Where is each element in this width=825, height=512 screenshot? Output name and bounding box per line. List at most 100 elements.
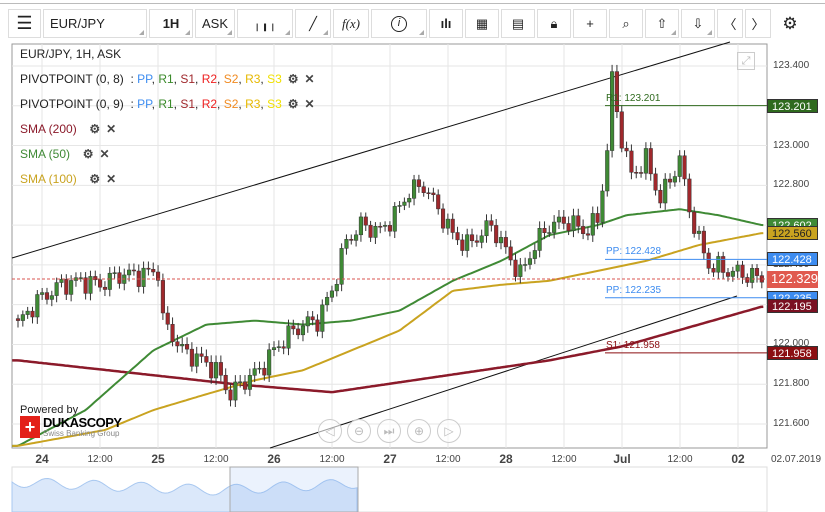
candle-body: [465, 234, 470, 251]
brand-name: DUKASCOPY: [43, 415, 122, 430]
candle-body: [716, 256, 721, 273]
x-tick-label: Jul: [613, 452, 631, 466]
candle-body: [281, 346, 286, 349]
candle-body: [692, 211, 697, 234]
candle-body: [412, 179, 417, 199]
pivot-level-label: R1: 123.201: [606, 92, 661, 104]
candle-body: [687, 178, 692, 213]
legend-title: EUR/JPY, 1H, ASK: [20, 47, 122, 61]
close-icon[interactable]: ✕: [99, 147, 109, 161]
candle-body: [320, 304, 325, 332]
candle-body: [49, 295, 54, 300]
pivot-part: S2: [223, 72, 239, 86]
candle-body: [20, 314, 25, 321]
y-tick-label: 123.000: [773, 139, 810, 151]
candle-body: [305, 316, 310, 327]
x-tick-label: 26: [267, 452, 281, 466]
candle-body: [35, 294, 40, 318]
x-tick-label: 27: [383, 452, 397, 466]
candle-body: [581, 226, 586, 234]
candle-body: [242, 381, 248, 390]
candle-body: [576, 215, 581, 227]
candle-body: [668, 178, 673, 183]
close-icon[interactable]: ✕: [305, 97, 315, 111]
candle-body: [629, 150, 634, 173]
close-icon[interactable]: ✕: [106, 122, 116, 136]
candle-body: [706, 252, 711, 269]
candle-body: [233, 381, 238, 401]
pivot-sep: :: [130, 72, 134, 86]
pivot-part: PP: [137, 72, 152, 86]
reset-icon: ⏭: [383, 423, 395, 438]
navigator-window: [229, 466, 359, 512]
candle-body: [310, 316, 315, 321]
candle-body: [257, 367, 262, 370]
candle-body: [397, 205, 402, 207]
candle-body: [624, 147, 629, 152]
sma-name: SMA (50): [20, 147, 71, 161]
close-icon[interactable]: ✕: [305, 72, 315, 86]
candle-body: [643, 148, 648, 174]
candle-body: [363, 216, 368, 226]
candle-body: [542, 228, 547, 234]
scroll-right-icon: ▷: [444, 424, 454, 438]
candle-body: [523, 264, 528, 266]
candle-body: [552, 221, 557, 233]
candle-body: [663, 178, 668, 204]
nav-reset[interactable]: ⏭: [377, 419, 401, 443]
legend-sma: SMA (100) ⚙ ✕: [20, 172, 116, 186]
candle-body: [518, 264, 523, 277]
candle-body: [556, 216, 562, 223]
gear-icon[interactable]: ⚙: [288, 72, 299, 86]
y-tick-label: 123.400: [773, 60, 810, 71]
candle-body: [296, 328, 301, 336]
candle-body: [209, 362, 214, 379]
pivot-name: PIVOTPOINT (0, 8): [20, 72, 124, 86]
x-tick-label: 12:00: [87, 454, 113, 465]
candle-body: [595, 213, 600, 223]
x-tick-label: 12:00: [203, 454, 229, 465]
candle-body: [537, 228, 542, 251]
candle-body: [329, 290, 334, 298]
gear-icon[interactable]: ⚙: [89, 172, 100, 186]
candle-body: [44, 292, 50, 300]
gear-icon[interactable]: ⚙: [83, 147, 94, 161]
candle-body: [271, 347, 277, 350]
candle-body: [383, 225, 388, 227]
candle-body: [503, 237, 508, 248]
candle-body: [648, 148, 653, 175]
expand-button[interactable]: ⤢: [737, 52, 755, 70]
candle-body: [300, 325, 306, 336]
legend-pivotpoint: PIVOTPOINT (0, 9) : PP, R1, S1, R2, S2, …: [20, 97, 315, 111]
candle-body: [754, 268, 760, 276]
candle-body: [286, 325, 291, 349]
candle-body: [440, 208, 446, 229]
close-icon[interactable]: ✕: [106, 172, 116, 186]
candle-body: [735, 264, 740, 272]
candle-body: [450, 218, 455, 233]
nav-zoom-in[interactable]: ⊕: [407, 419, 431, 443]
candle-body: [725, 272, 731, 277]
pivot-level-label: PP: 122.428: [606, 246, 662, 258]
nav-zoom-out[interactable]: ⊖: [347, 419, 371, 443]
candle-body: [571, 215, 576, 231]
date-label: 02.07.2019: [770, 454, 822, 465]
candle-body: [498, 237, 504, 244]
candle-body: [740, 264, 745, 278]
candle-body: [479, 235, 484, 243]
candle-body: [141, 267, 146, 287]
candle-body: [508, 246, 513, 261]
gear-icon[interactable]: ⚙: [89, 122, 100, 136]
candle-body: [730, 270, 735, 277]
nav-scroll-left[interactable]: ◁: [318, 419, 342, 443]
candle-body: [532, 250, 537, 259]
candle-body: [358, 216, 363, 236]
candle-body: [325, 297, 330, 306]
pivot-part: R2: [201, 72, 218, 86]
candle-body: [175, 341, 180, 347]
nav-scroll-right[interactable]: ▷: [437, 419, 461, 443]
candle-body: [474, 240, 479, 243]
gear-icon[interactable]: ⚙: [288, 97, 299, 111]
candle-body: [745, 277, 750, 283]
x-tick-label: 28: [499, 452, 513, 466]
